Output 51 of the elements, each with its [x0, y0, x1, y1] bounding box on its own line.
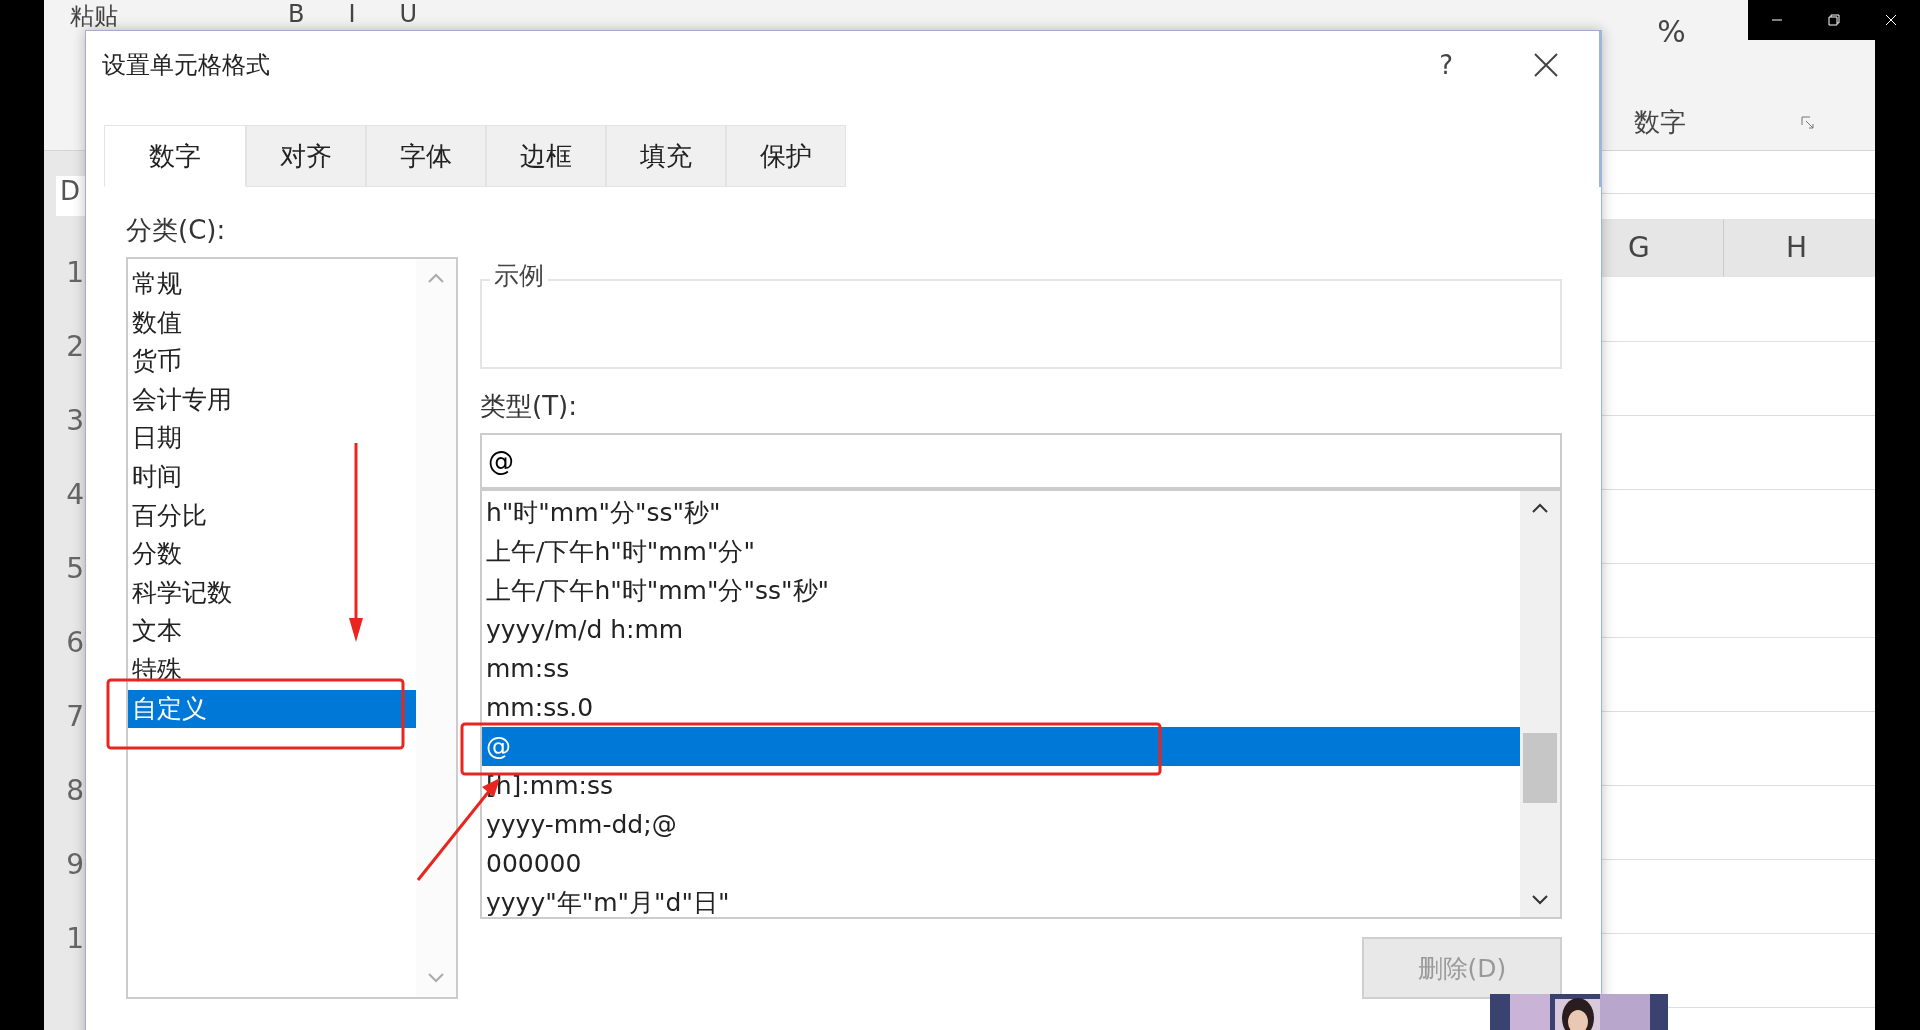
- list-item[interactable]: h"时"mm"分"ss"秒": [482, 493, 1520, 532]
- list-item[interactable]: 上午/下午h"时"mm"分": [482, 532, 1520, 571]
- list-item[interactable]: 数值: [128, 303, 416, 343]
- tab[interactable]: 边框: [486, 125, 606, 187]
- help-button[interactable]: ?: [1439, 50, 1453, 80]
- ribbon-label: 粘贴: [70, 1, 118, 32]
- row-header: 8: [65, 773, 85, 809]
- list-item[interactable]: 000000: [482, 844, 1520, 883]
- row-header: 3: [65, 403, 85, 439]
- field-label: 分类(C):: [126, 214, 227, 247]
- dialog-title: 设置单元格格式: [102, 50, 271, 81]
- list-item[interactable]: 常规: [128, 265, 416, 304]
- list-item[interactable]: 百分比: [128, 496, 416, 536]
- list-item[interactable]: 文本: [128, 612, 416, 651]
- tab[interactable]: 保护: [726, 125, 846, 187]
- ribbon-tool[interactable]: U: [399, 0, 418, 28]
- list-item[interactable]: yyyy/m/d h:mm: [482, 610, 1520, 649]
- ribbon-tool[interactable]: %: [1657, 14, 1686, 49]
- name-box[interactable]: D: [56, 176, 86, 216]
- row-header: 4: [65, 477, 85, 513]
- tab[interactable]: 数字: [104, 125, 246, 187]
- ribbon-tool[interactable]: B: [288, 0, 305, 28]
- list-item[interactable]: 货币: [128, 342, 416, 381]
- list-item[interactable]: 自定义: [128, 689, 416, 729]
- list-item[interactable]: 会计专用: [128, 380, 416, 420]
- type-field[interactable]: @: [480, 433, 1562, 489]
- list-item[interactable]: @: [482, 727, 1520, 766]
- list-item[interactable]: 日期: [128, 419, 416, 458]
- list-item[interactable]: yyyy"年"m"月"d"日": [482, 883, 1520, 922]
- row-header: 1: [65, 255, 85, 291]
- row-header: 7: [65, 699, 85, 735]
- list-item[interactable]: 科学记数: [128, 573, 416, 613]
- row-header: 2: [65, 329, 85, 365]
- list-item[interactable]: yyyy-mm-dd;@: [482, 805, 1520, 844]
- tab[interactable]: 对齐: [246, 125, 366, 187]
- list-item[interactable]: mm:ss.0: [482, 688, 1520, 727]
- row-header: 9: [65, 847, 85, 883]
- list-item[interactable]: 时间: [128, 457, 416, 497]
- group-label: 数字: [1634, 106, 1686, 139]
- column-header: G: [1604, 219, 1724, 277]
- tab[interactable]: 填充: [606, 125, 726, 187]
- list-item[interactable]: mm:ss: [482, 649, 1520, 688]
- list-item[interactable]: 分数: [128, 535, 416, 574]
- list-item[interactable]: 上午/下午h"时"mm"分"ss"秒": [482, 571, 1520, 610]
- tab[interactable]: 字体: [366, 125, 486, 187]
- column-header: H: [1785, 230, 1809, 266]
- ribbon-tool[interactable]: I: [348, 0, 356, 28]
- row-header: 1: [65, 921, 85, 957]
- field-label: 类型(T):: [480, 390, 578, 423]
- row-header: 5: [65, 551, 85, 587]
- row-header: 6: [65, 625, 85, 661]
